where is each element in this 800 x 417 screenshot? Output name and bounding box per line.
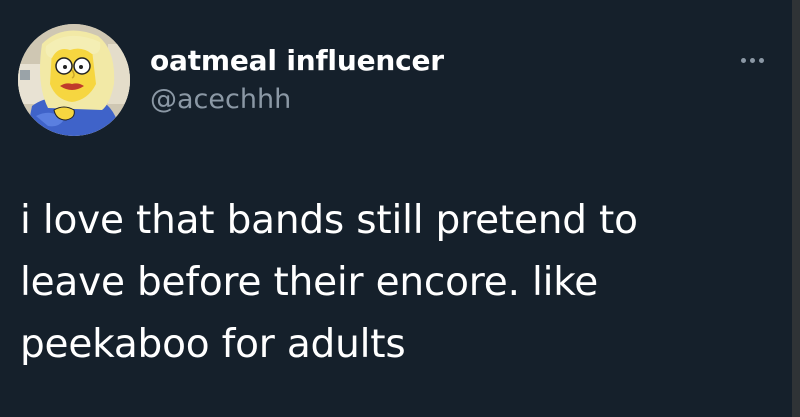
- scrollbar[interactable]: [792, 0, 800, 417]
- tweet-text-line: peekaboo for adults: [20, 322, 406, 367]
- display-name[interactable]: oatmeal influencer: [150, 44, 444, 77]
- more-dot: [740, 57, 746, 63]
- tweet-text-line: leave before their encore. like: [20, 260, 599, 305]
- cartoon-avatar-icon: [18, 24, 130, 136]
- tweet-text: i love that bands still pretend to leave…: [20, 190, 760, 376]
- user-handle[interactable]: @acechhh: [150, 84, 291, 115]
- more-dot: [758, 57, 764, 63]
- avatar[interactable]: [18, 24, 130, 136]
- more-options-icon[interactable]: [734, 50, 770, 70]
- tweet-text-line: i love that bands still pretend to: [20, 198, 638, 243]
- more-dot: [749, 57, 755, 63]
- tweet-card: oatmeal influencer @acechhh i love that …: [0, 0, 800, 417]
